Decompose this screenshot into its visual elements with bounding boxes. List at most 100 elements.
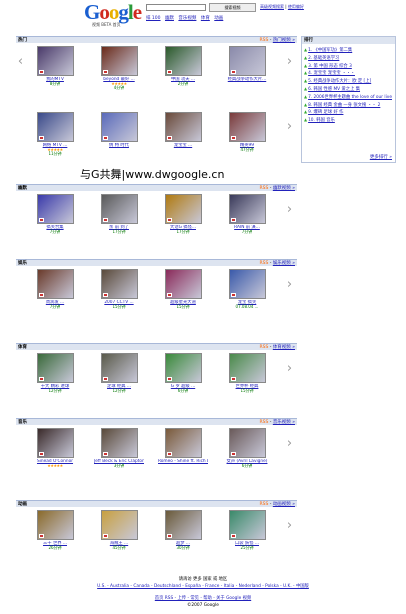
nav-top100[interactable]: 排 100 bbox=[146, 16, 161, 21]
video-item[interactable]: 大话G 搞怪... 17分钟 bbox=[158, 194, 208, 235]
video-item[interactable]: 超级星光大道 15分钟 bbox=[158, 269, 208, 310]
list-item[interactable]: ▲7. 2006世界杯主题曲 the love of our live bbox=[304, 94, 393, 102]
video-thumbnail[interactable] bbox=[100, 46, 138, 76]
search-input[interactable] bbox=[146, 4, 206, 11]
video-thumbnail[interactable] bbox=[100, 269, 138, 299]
video-item[interactable]: 网络 MTV ... ★★★★★ 11分钟 bbox=[30, 112, 80, 157]
video-thumbnail[interactable] bbox=[164, 194, 202, 224]
video-item[interactable]: 宠宝宝 ... bbox=[158, 112, 208, 148]
list-item[interactable]: ▲10. 韩国 音乐 bbox=[304, 117, 393, 125]
video-item[interactable]: 宠宝 搞笑 07.08.04 ... bbox=[222, 269, 272, 310]
video-item[interactable]: 女声 (Avril Lavigne) 6分钟 bbox=[222, 428, 272, 469]
scroll-right-icon[interactable]: › bbox=[286, 278, 293, 292]
video-item[interactable]: 海贼王 ... 45分钟 bbox=[94, 510, 144, 551]
section-rss[interactable]: RSS - 体育视频 » bbox=[259, 344, 295, 350]
more-rankings-link[interactable]: 更多排行 » bbox=[370, 154, 392, 160]
section-rss[interactable]: RSS - 娱乐视频 » bbox=[259, 260, 295, 266]
video-item[interactable]: 口袋 妖怪 ... 25分钟 bbox=[222, 510, 272, 551]
nav-animation[interactable]: 动画 bbox=[214, 16, 223, 21]
video-thumbnail[interactable] bbox=[100, 112, 138, 142]
video-item[interactable]: 我的MTV 8分钟 bbox=[30, 46, 80, 87]
video-item[interactable]: 周润发 ... 7分钟 bbox=[30, 269, 80, 310]
video-thumbnail[interactable] bbox=[36, 194, 74, 224]
video-item[interactable]: 亲 前 到了 17分钟 bbox=[94, 194, 144, 235]
video-item[interactable]: RAIN 前 演... 7分钟 bbox=[222, 194, 272, 235]
footer-links[interactable]: 首页 RSS - 上传 - 常见 - 帮助 - 关于 Google 视频 bbox=[0, 595, 406, 601]
search-button[interactable]: 搜索视频 bbox=[209, 3, 256, 12]
video-item[interactable]: Romeo - Shine ft. Rich Boy bbox=[158, 428, 208, 464]
section-more-link[interactable]: 动画视频 » bbox=[273, 502, 295, 507]
video-item[interactable]: 世界杯 经典 15分钟 bbox=[222, 353, 272, 394]
google-logo[interactable]: Google 视频 BETA 首页 bbox=[84, 2, 144, 28]
video-title[interactable]: 经典战争动作大片... bbox=[222, 77, 272, 82]
video-item[interactable]: 2007 CCTV ... 15分钟 bbox=[94, 269, 144, 310]
video-item[interactable]: 情 特 时代 bbox=[94, 112, 144, 148]
video-item[interactable]: 中国 功夫 ... 2分钟 bbox=[158, 46, 208, 87]
section-more-link[interactable]: 热门视频 » bbox=[273, 38, 295, 43]
section-more-link[interactable]: 娱乐视频 » bbox=[273, 261, 295, 266]
list-item[interactable]: ▲4. 宠宝宝 宠宝宝 ・・・ bbox=[304, 70, 393, 78]
video-title[interactable]: 宠宝宝 ... bbox=[158, 143, 208, 148]
scroll-right-icon[interactable]: › bbox=[286, 55, 293, 69]
video-thumbnail[interactable] bbox=[228, 46, 266, 76]
video-thumbnail[interactable] bbox=[100, 194, 138, 224]
video-thumbnail[interactable] bbox=[164, 269, 202, 299]
list-item[interactable]: ▲1. 《中国军功》第二集 bbox=[304, 47, 393, 55]
video-thumbnail[interactable] bbox=[100, 428, 138, 458]
video-thumbnail[interactable] bbox=[100, 353, 138, 383]
list-item[interactable]: ▲9. 爆碑 足球 好 作 bbox=[304, 109, 393, 117]
section-rss[interactable]: RSS - 幽默视频 » bbox=[259, 185, 295, 191]
preferences-link[interactable]: 使用偏好 bbox=[288, 4, 304, 9]
section-rss[interactable]: RSS - 音乐视频 » bbox=[259, 419, 295, 425]
video-thumbnail[interactable] bbox=[164, 353, 202, 383]
list-item[interactable]: ▲8. 韩国 经典 金曲 一身 张文搜 ・・ 2 bbox=[304, 102, 393, 110]
video-item[interactable]: G 罗 超级 ... 6分钟 bbox=[158, 353, 208, 394]
video-item[interactable]: 搞笑合集 7分钟 bbox=[30, 194, 80, 235]
video-thumbnail[interactable] bbox=[228, 428, 266, 458]
video-title[interactable]: 情 特 时代 bbox=[94, 143, 144, 148]
scroll-left-icon[interactable]: ‹ bbox=[17, 55, 24, 69]
advanced-search-link[interactable]: 高级视频搜索 bbox=[260, 4, 284, 9]
video-item[interactable]: beyond 最好 ... ★★★★★ 4分钟 bbox=[94, 46, 144, 91]
video-thumbnail[interactable] bbox=[228, 269, 266, 299]
section-more-link[interactable]: 体育视频 » bbox=[273, 345, 295, 350]
video-thumbnail[interactable] bbox=[228, 510, 266, 540]
video-item[interactable]: 超梦 ... 30分钟 bbox=[158, 510, 208, 551]
scroll-right-icon[interactable]: › bbox=[286, 437, 293, 451]
video-thumbnail[interactable] bbox=[36, 46, 74, 76]
video-thumbnail[interactable] bbox=[36, 269, 74, 299]
video-item[interactable]: 三千 世界 ... 26分钟 bbox=[30, 510, 80, 551]
video-item[interactable]: Jeff Beck & Eric Clapton 3分钟 bbox=[94, 428, 144, 469]
video-thumbnail[interactable] bbox=[228, 112, 266, 142]
list-item[interactable]: ▲2. 基础英语学习 bbox=[304, 55, 393, 63]
video-thumbnail[interactable] bbox=[164, 46, 202, 76]
nav-humor[interactable]: 幽默 bbox=[165, 16, 174, 21]
nav-music[interactable]: 音乐视频 bbox=[178, 16, 196, 21]
video-item[interactable]: 十大 精彩 进球 12分钟 bbox=[30, 353, 80, 394]
section-rss[interactable]: RSS - 动画视频 » bbox=[259, 501, 295, 507]
scroll-right-icon[interactable]: › bbox=[286, 120, 293, 134]
section-more-link[interactable]: 幽默视频 » bbox=[273, 186, 295, 191]
video-title[interactable]: Romeo - Shine ft. Rich Boy bbox=[158, 459, 208, 464]
video-thumbnail[interactable] bbox=[36, 428, 74, 458]
list-item[interactable]: ▲5. 经典战争动作大片：欧 定 [上] bbox=[304, 78, 393, 86]
list-item[interactable]: ▲3. 第 中国 形态 综合 3 bbox=[304, 63, 393, 71]
video-item[interactable]: 精英99 47分钟 bbox=[222, 112, 272, 153]
footer-country-links[interactable]: U.S. - Australia - Canada - Deutschland … bbox=[0, 583, 406, 589]
video-item[interactable]: 经典战争动作大片... bbox=[222, 46, 272, 82]
scroll-right-icon[interactable]: › bbox=[286, 203, 293, 217]
video-thumbnail[interactable] bbox=[164, 510, 202, 540]
video-thumbnail[interactable] bbox=[228, 194, 266, 224]
video-thumbnail[interactable] bbox=[228, 353, 266, 383]
video-thumbnail[interactable] bbox=[100, 510, 138, 540]
video-item[interactable]: 足球 经典 ... 12分钟 bbox=[94, 353, 144, 394]
video-thumbnail[interactable] bbox=[36, 112, 74, 142]
video-thumbnail[interactable] bbox=[164, 112, 202, 142]
video-item[interactable]: Sinead O'Connor ★★★★★ bbox=[30, 428, 80, 468]
list-item[interactable]: ▲6. 韩国 性感 MV 爱之上 集 bbox=[304, 86, 393, 94]
section-rss[interactable]: RSS - 热门视频 » bbox=[259, 37, 295, 43]
video-thumbnail[interactable] bbox=[36, 510, 74, 540]
video-thumbnail[interactable] bbox=[36, 353, 74, 383]
video-thumbnail[interactable] bbox=[164, 428, 202, 458]
nav-sports[interactable]: 体育 bbox=[201, 16, 210, 21]
